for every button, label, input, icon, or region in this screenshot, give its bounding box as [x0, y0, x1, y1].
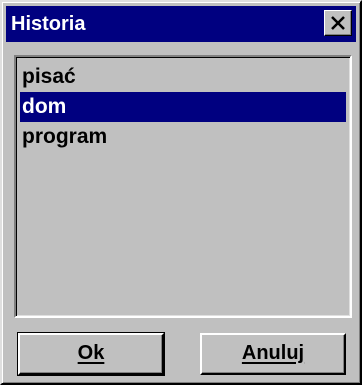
- list-item-pisac[interactable]: pisać: [20, 62, 346, 92]
- cancel-button-label: Anuluj: [241, 342, 305, 364]
- list-item-program[interactable]: program: [20, 122, 346, 152]
- ok-button[interactable]: Ok: [17, 332, 165, 376]
- cancel-button[interactable]: Anuluj: [200, 333, 346, 375]
- window-title: Historia: [11, 13, 86, 35]
- history-dialog: Historia pisać dom program Ok Anuluj: [0, 0, 362, 385]
- list-item-dom[interactable]: dom: [20, 92, 346, 122]
- close-icon: [331, 16, 345, 30]
- history-listbox[interactable]: pisać dom program: [14, 55, 352, 318]
- title-bar[interactable]: Historia: [6, 6, 356, 42]
- ok-button-label: Ok: [77, 342, 105, 364]
- close-button[interactable]: [324, 10, 352, 36]
